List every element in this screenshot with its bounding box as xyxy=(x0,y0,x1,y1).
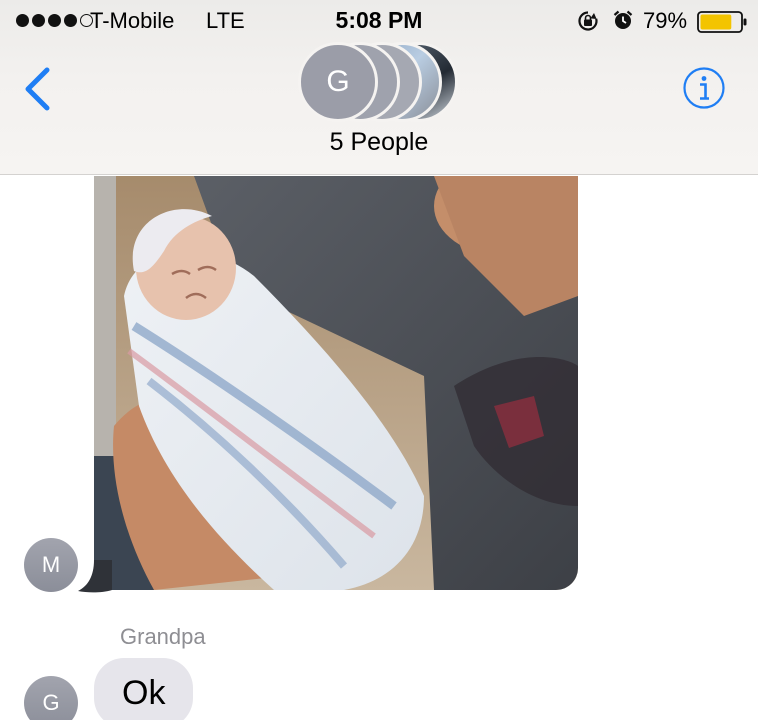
sender-avatar[interactable]: G xyxy=(24,676,78,720)
rotation-lock-icon xyxy=(578,11,598,31)
group-avatar-stack[interactable]: G xyxy=(298,42,460,124)
status-bar: T-Mobile LTE 5:08 PM 79% xyxy=(0,0,758,44)
battery-percent: 79% xyxy=(643,8,688,33)
incoming-message-bubble[interactable]: Ok xyxy=(94,658,194,720)
chevron-left-icon[interactable] xyxy=(22,66,52,112)
alarm-clock-icon xyxy=(613,10,633,29)
bubble-tail xyxy=(78,560,112,593)
group-member-avatar-initial: G xyxy=(298,42,378,122)
newborn-photo-image xyxy=(94,176,578,590)
conversation-header: T-Mobile LTE 5:08 PM 79% G 5 People xyxy=(0,0,758,175)
group-people-count[interactable]: 5 People xyxy=(0,128,758,157)
info-circle-icon[interactable] xyxy=(682,66,726,110)
photo-message-attachment[interactable] xyxy=(94,176,578,590)
battery-icon xyxy=(697,11,747,33)
sender-avatar[interactable]: M xyxy=(24,538,78,592)
sender-name-label: Grandpa xyxy=(120,624,206,649)
